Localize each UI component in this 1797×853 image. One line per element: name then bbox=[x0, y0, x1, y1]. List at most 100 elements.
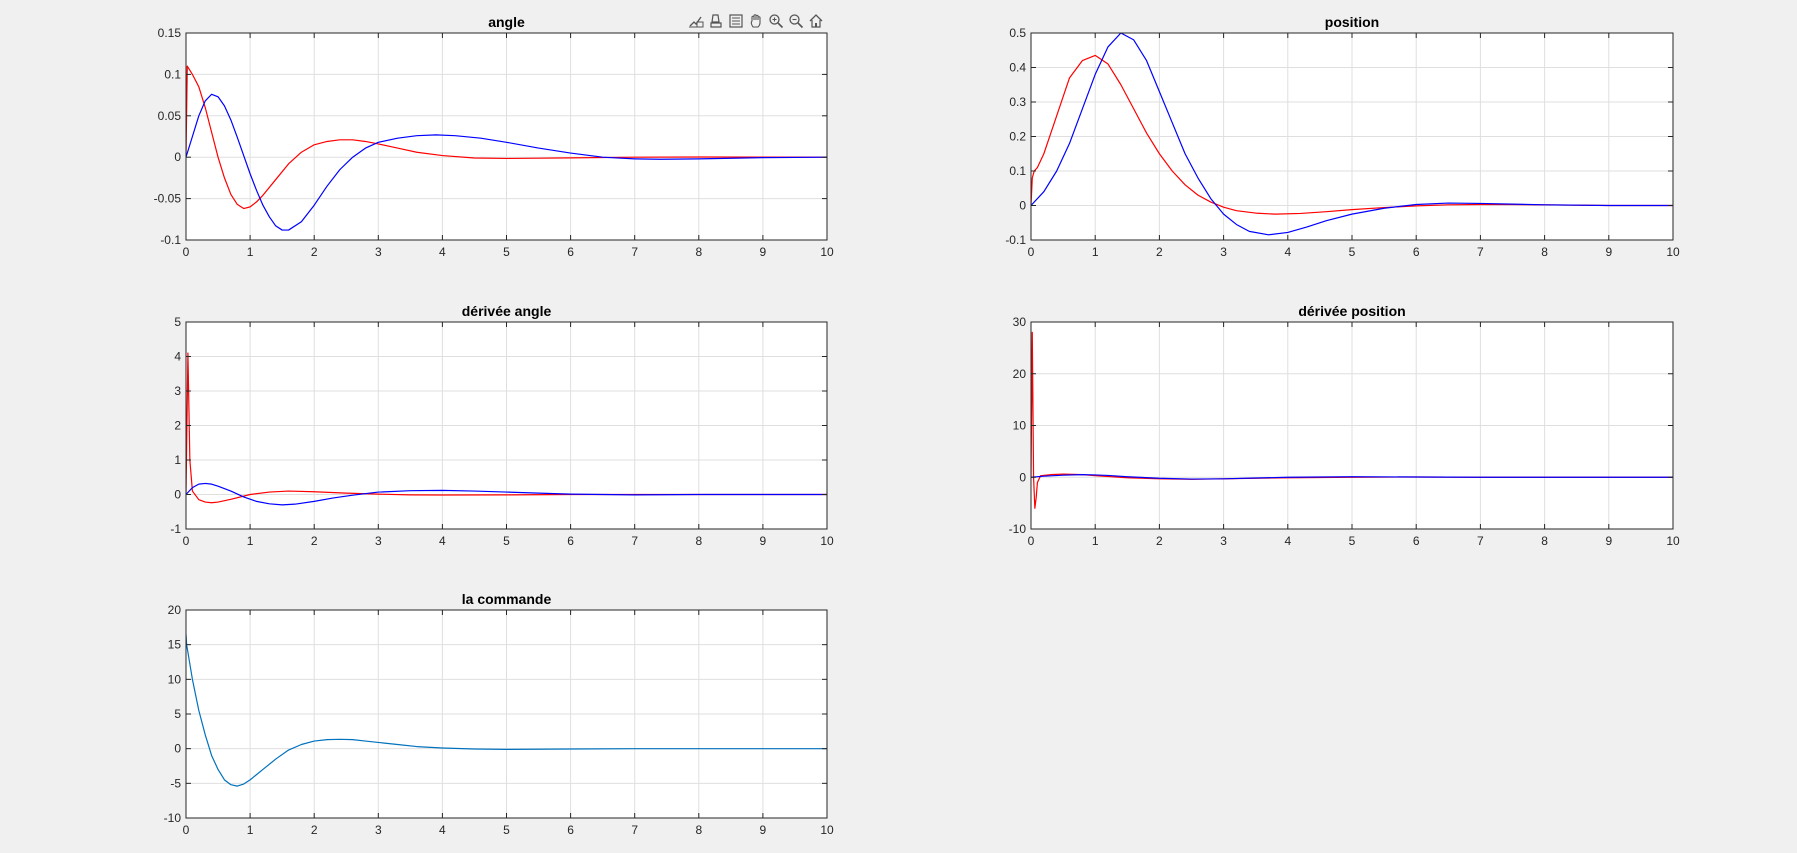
x-tick-label: 10 bbox=[1666, 534, 1680, 548]
y-tick-label: 0.05 bbox=[158, 109, 182, 123]
x-tick-label: 10 bbox=[1666, 245, 1680, 259]
x-tick-label: 6 bbox=[1413, 245, 1420, 259]
y-tick-label: 10 bbox=[168, 672, 182, 686]
x-tick-label: 5 bbox=[503, 245, 510, 259]
chart-title: dérivée position bbox=[1298, 303, 1405, 319]
x-tick-label: 1 bbox=[247, 245, 254, 259]
x-tick-label: 7 bbox=[1477, 534, 1484, 548]
y-tick-label: -0.1 bbox=[160, 233, 181, 247]
x-tick-label: 3 bbox=[375, 823, 382, 837]
x-tick-label: 4 bbox=[1284, 534, 1291, 548]
y-tick-label: 3 bbox=[174, 384, 181, 398]
x-tick-label: 4 bbox=[439, 823, 446, 837]
y-tick-label: 0 bbox=[1019, 199, 1026, 213]
zoom-in-icon[interactable] bbox=[766, 11, 785, 31]
x-tick-label: 3 bbox=[1220, 534, 1227, 548]
y-tick-label: 0.1 bbox=[164, 67, 181, 81]
x-tick-label: 5 bbox=[1349, 245, 1356, 259]
x-tick-label: 2 bbox=[1156, 245, 1163, 259]
y-tick-label: -1 bbox=[170, 522, 181, 536]
chart-title: position bbox=[1325, 14, 1379, 30]
y-tick-label: -10 bbox=[164, 811, 182, 825]
x-tick-label: 10 bbox=[820, 534, 834, 548]
axes-toolbar bbox=[686, 11, 825, 31]
x-tick-label: 0 bbox=[183, 534, 190, 548]
y-tick-label: 5 bbox=[174, 707, 181, 721]
x-tick-label: 6 bbox=[1413, 534, 1420, 548]
axes-position[interactable]: 0 1 2 3 4 5 6 7 8 9 10-0.100.10.20.30.40.5position bbox=[1005, 14, 1680, 259]
x-tick-label: 7 bbox=[631, 823, 638, 837]
x-tick-label: 1 bbox=[1092, 534, 1099, 548]
x-tick-label: 1 bbox=[247, 823, 254, 837]
zoom-out-icon[interactable] bbox=[786, 11, 805, 31]
x-tick-label: 0 bbox=[1028, 245, 1035, 259]
y-tick-label: 0.5 bbox=[1009, 26, 1026, 40]
axes-command[interactable]: 0 1 2 3 4 5 6 7 8 9 10 -10 -5 0 5 10 15 20 la commande bbox=[164, 591, 834, 837]
x-tick-label: 2 bbox=[311, 245, 318, 259]
x-tick-label: 3 bbox=[375, 245, 382, 259]
y-tick-label: 0.3 bbox=[1009, 95, 1026, 109]
x-tick-label: 6 bbox=[567, 534, 574, 548]
y-tick-label: -10 bbox=[1009, 522, 1027, 536]
x-tick-label: 5 bbox=[1349, 534, 1356, 548]
x-tick-label: 10 bbox=[820, 245, 834, 259]
x-tick-label: 9 bbox=[760, 823, 767, 837]
chart-title: la commande bbox=[462, 591, 552, 607]
y-tick-label: 4 bbox=[174, 350, 181, 364]
pan-icon[interactable] bbox=[746, 11, 765, 31]
x-tick-label: 7 bbox=[631, 534, 638, 548]
legend-icon[interactable] bbox=[726, 11, 745, 31]
y-tick-label: 0.1 bbox=[1009, 164, 1026, 178]
y-tick-label: 0 bbox=[174, 488, 181, 502]
y-tick-label: -0.1 bbox=[1005, 233, 1026, 247]
chart-title: dérivée angle bbox=[462, 303, 552, 319]
home-icon[interactable] bbox=[806, 11, 825, 31]
x-tick-label: 1 bbox=[1092, 245, 1099, 259]
x-tick-label: 0 bbox=[183, 245, 190, 259]
x-tick-label: 5 bbox=[503, 823, 510, 837]
x-tick-label: 3 bbox=[1220, 245, 1227, 259]
y-tick-label: 0.4 bbox=[1009, 61, 1026, 75]
x-tick-label: 3 bbox=[375, 534, 382, 548]
x-tick-label: 4 bbox=[1284, 245, 1291, 259]
y-tick-label: -0.05 bbox=[154, 192, 182, 206]
y-tick-label: 15 bbox=[168, 638, 182, 652]
x-tick-label: 8 bbox=[1541, 245, 1548, 259]
y-tick-label: 0 bbox=[174, 742, 181, 756]
y-tick-label: 5 bbox=[174, 315, 181, 329]
x-tick-label: 7 bbox=[631, 245, 638, 259]
x-tick-label: 2 bbox=[311, 534, 318, 548]
y-tick-label: 0 bbox=[174, 150, 181, 164]
y-tick-label: 0 bbox=[1019, 470, 1026, 484]
y-tick-label: 10 bbox=[1013, 419, 1027, 433]
x-tick-label: 8 bbox=[1541, 534, 1548, 548]
data-tips-icon[interactable] bbox=[686, 11, 705, 31]
axes-angle[interactable]: 0 1 2 3 4 5 6 7 8 9 10 -0.1 -0.05 0 0.05 0.1 0.15 angle bbox=[154, 14, 834, 259]
x-tick-label: 0 bbox=[183, 823, 190, 837]
figure-window: 0 1 2 3 4 5 6 7 8 9 10 -0.1 -0.05 0 0.05 0.1 0.15 angle 0 1… bbox=[0, 0, 1797, 848]
y-tick-label: 20 bbox=[1013, 367, 1027, 381]
x-tick-label: 9 bbox=[760, 245, 767, 259]
y-tick-label: 0.2 bbox=[1009, 130, 1026, 144]
axes-position-derivative[interactable]: 0 1 2 3 4 5 6 7 8 9 10-100102030dérivée position bbox=[1009, 303, 1680, 548]
x-tick-label: 4 bbox=[439, 534, 446, 548]
x-tick-label: 7 bbox=[1477, 245, 1484, 259]
x-tick-label: 6 bbox=[567, 823, 574, 837]
x-tick-label: 10 bbox=[820, 823, 834, 837]
axes-angle-derivative[interactable]: 0 1 2 3 4 5 6 7 8 9 10-1012345dérivée angle bbox=[170, 303, 834, 548]
plots-canvas: 0 1 2 3 4 5 6 7 8 9 10-0.1-0.0500.050.10.15angle0 1… bbox=[154, 14, 1680, 837]
x-tick-label: 1 bbox=[247, 534, 254, 548]
y-tick-label: 1 bbox=[174, 453, 181, 467]
x-tick-label: 9 bbox=[1605, 245, 1612, 259]
x-tick-label: 8 bbox=[695, 534, 702, 548]
x-tick-label: 6 bbox=[567, 245, 574, 259]
x-tick-label: 9 bbox=[1605, 534, 1612, 548]
chart-title: angle bbox=[488, 14, 525, 30]
x-tick-label: 9 bbox=[760, 534, 767, 548]
x-tick-label: 8 bbox=[695, 823, 702, 837]
y-tick-label: 0.15 bbox=[158, 26, 182, 40]
brush-icon[interactable] bbox=[706, 11, 725, 31]
x-tick-label: 8 bbox=[695, 245, 702, 259]
x-tick-label: 5 bbox=[503, 534, 510, 548]
y-tick-label: 20 bbox=[168, 603, 182, 617]
